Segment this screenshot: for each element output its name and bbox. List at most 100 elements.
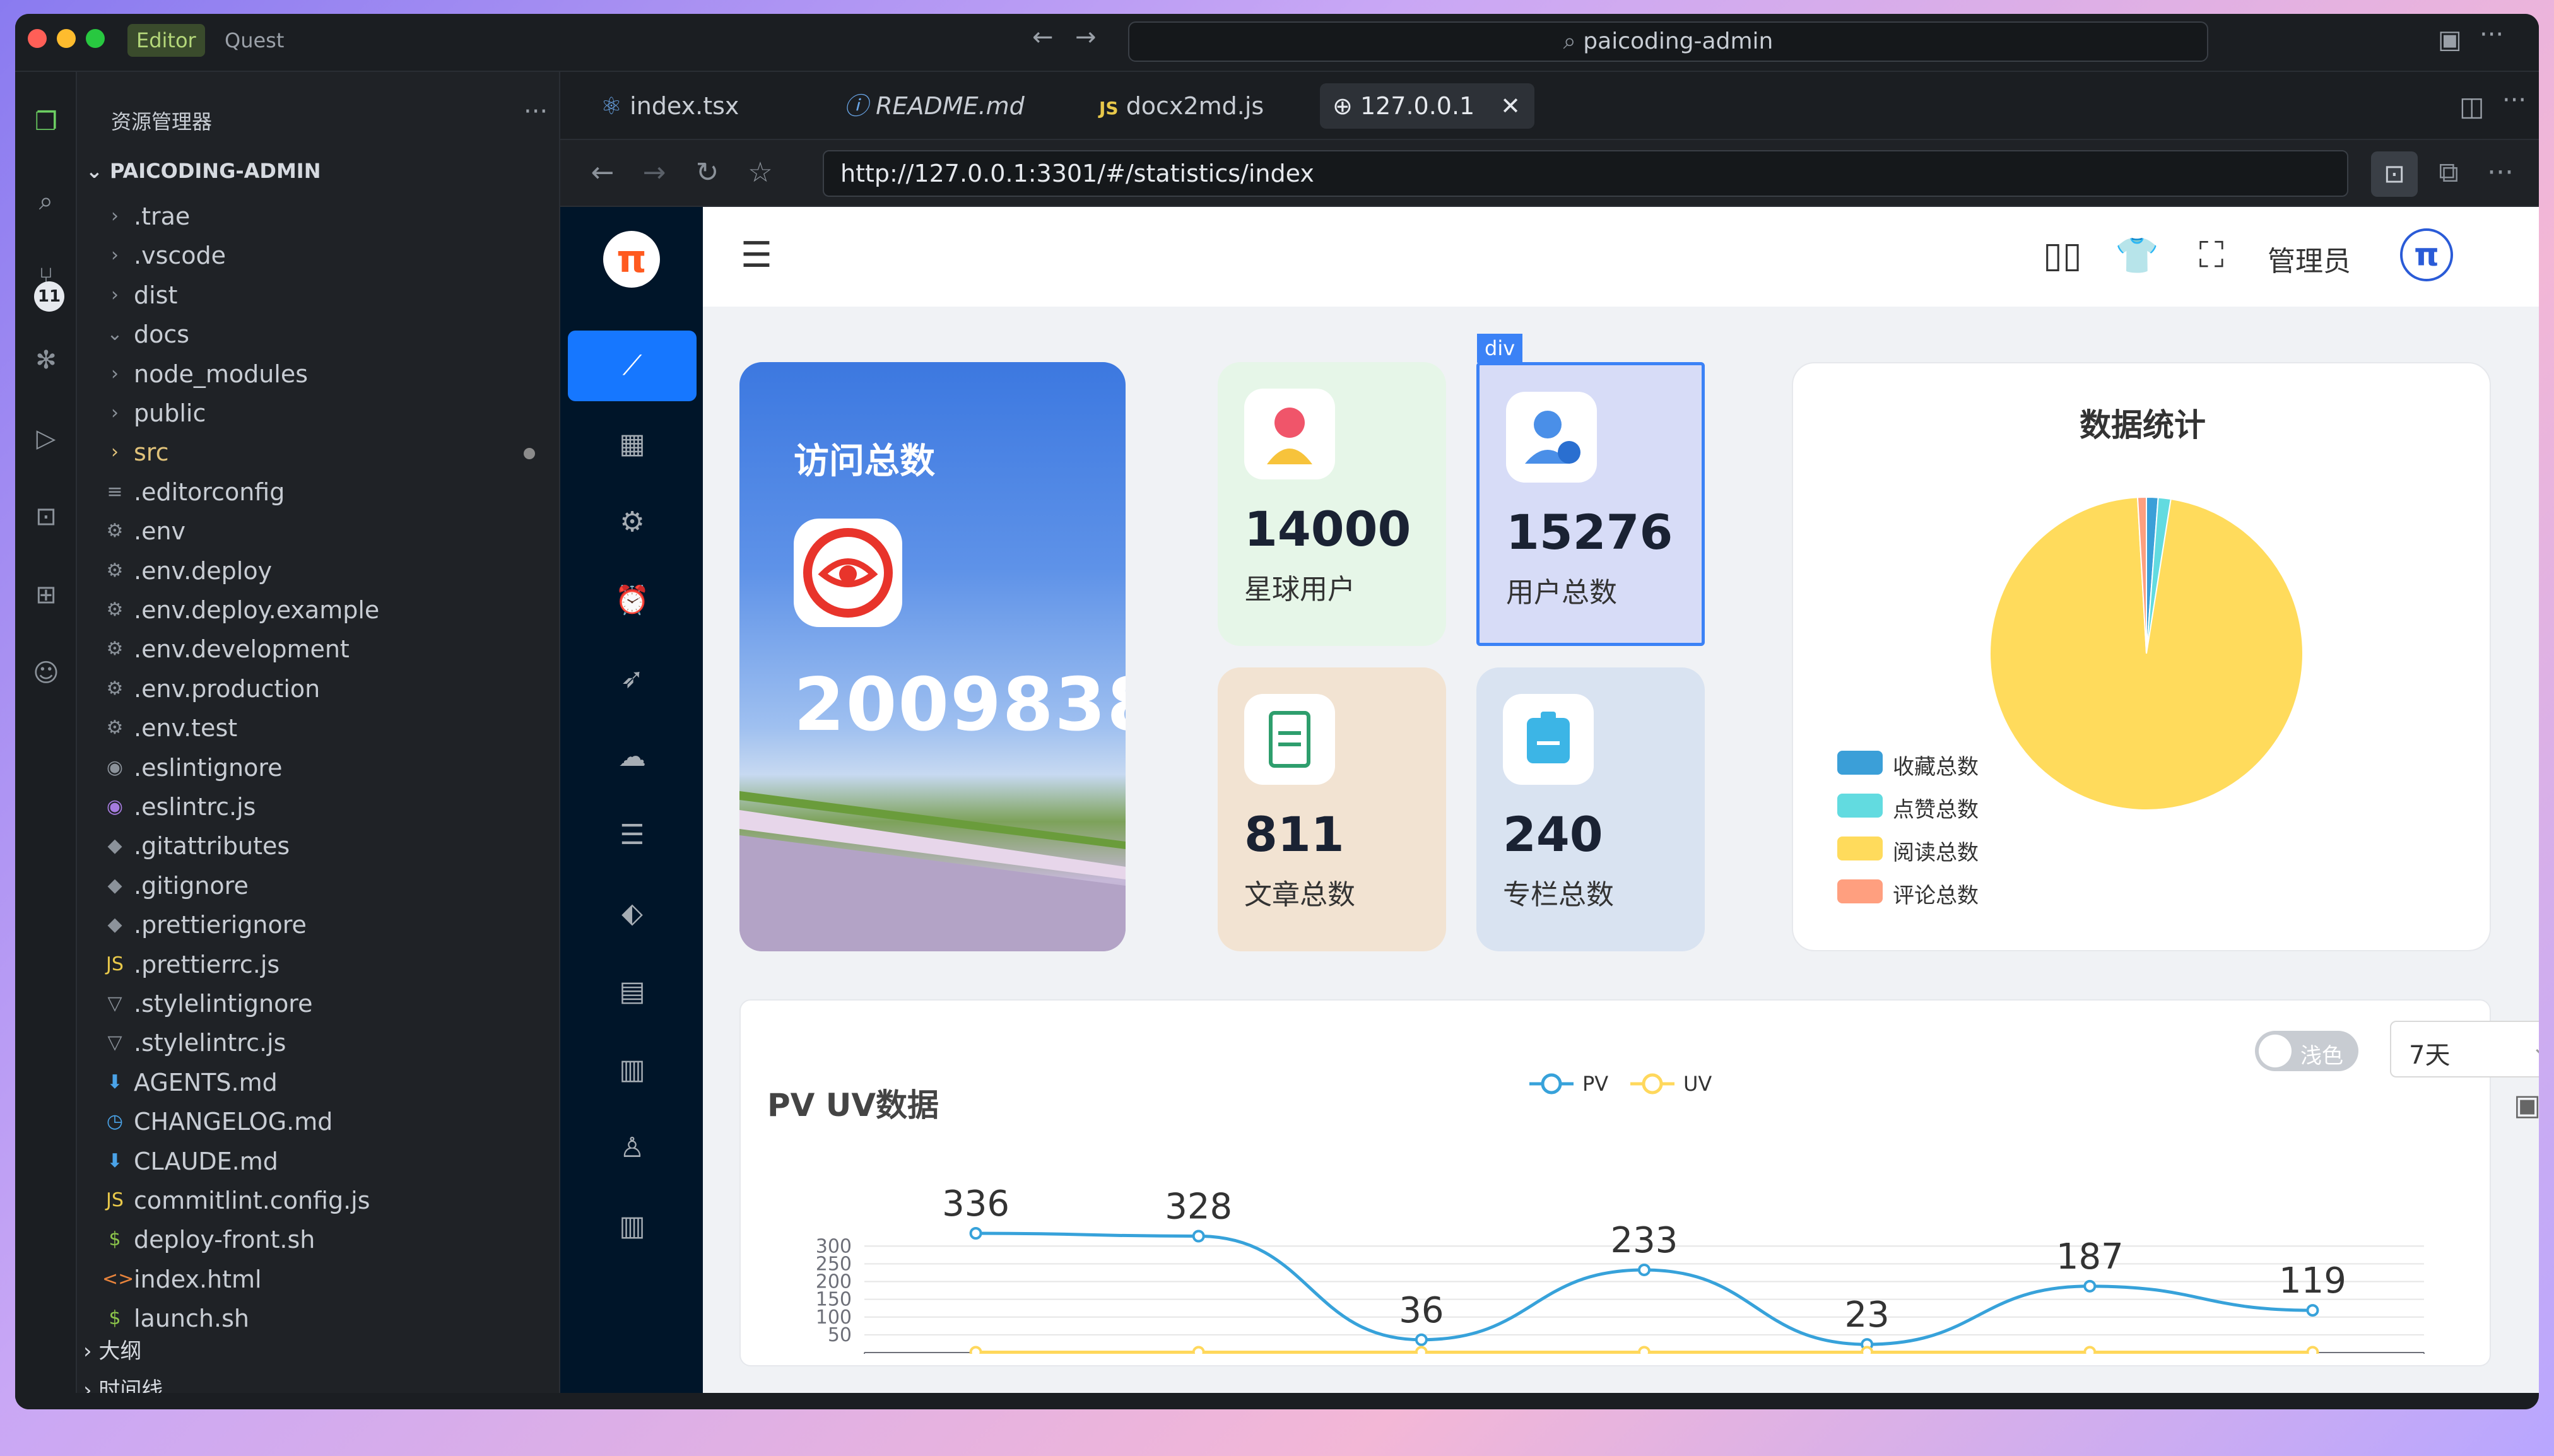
fullscreen-icon[interactable]: ⛶ [2189, 235, 2233, 276]
menu-rocket[interactable]: ➶ [568, 643, 697, 714]
file-item[interactable]: ⚙ .env.development [77, 630, 560, 669]
project-root[interactable]: ⌄ PAICODING-ADMIN [86, 159, 321, 183]
folder-item[interactable]: › .trae [77, 197, 560, 236]
gear-icon: ⚙ [620, 506, 645, 538]
menu-reading[interactable]: ▥ [568, 1191, 697, 1262]
tab-readme-md[interactable]: ⓘ README.md [832, 83, 1037, 129]
files-icon[interactable]: ❐ [30, 106, 62, 138]
maximize-window-button[interactable] [86, 29, 105, 48]
file-item[interactable]: ◆ .prettierignore [77, 905, 560, 944]
visits-card: 访问总数 20098382 [739, 362, 1126, 951]
folder-item[interactable]: › .vscode [77, 236, 560, 275]
file-type-icon: <> [102, 1267, 134, 1290]
line-chart-card: PV UV数据 浅色 7天 ⌄ ▣ 501001502002503002026-… [739, 999, 2539, 1366]
tab-docx2md-js[interactable]: JS docx2md.js [1086, 83, 1276, 129]
site-logo[interactable]: π [603, 231, 660, 288]
save-image-icon[interactable]: ▣ [2514, 1088, 2539, 1122]
split-editor-icon[interactable]: ◫ [2459, 91, 2485, 122]
agent-icon[interactable]: ☺ [30, 657, 62, 689]
legend-swatch[interactable] [1837, 751, 1883, 775]
menu-column[interactable]: ▥ [568, 1035, 697, 1105]
folder-item[interactable]: › src [77, 433, 560, 472]
mode-tab-quest[interactable]: Quest [216, 24, 293, 57]
file-item[interactable]: $ deploy-front.sh [77, 1220, 560, 1259]
menu-settings[interactable]: ⚙ [568, 487, 697, 558]
file-item[interactable]: JS .prettierrc.js [77, 945, 560, 984]
file-item[interactable]: ⬇ AGENTS.md [77, 1063, 560, 1102]
file-item[interactable]: ◉ .eslintignore [77, 748, 560, 787]
file-item[interactable]: JS commitlint.config.js [77, 1181, 560, 1220]
file-item[interactable]: $ launch.sh [77, 1299, 560, 1338]
file-item[interactable]: ◉ .eslintrc.js [77, 787, 560, 826]
forward-arrow-icon[interactable]: → [637, 156, 671, 189]
browser-more-icon[interactable]: ··· [2483, 156, 2517, 189]
file-item[interactable]: <> index.html [77, 1260, 560, 1299]
explorer-more-icon[interactable]: ··· [524, 97, 548, 126]
forward-arrow-icon[interactable]: → [1075, 23, 1097, 52]
close-tab-icon[interactable]: ✕ [1500, 83, 1521, 129]
avatar[interactable]: π [2400, 228, 2453, 281]
file-item[interactable]: ▽ .stylelintignore [77, 984, 560, 1023]
file-item[interactable]: ⚙ .env.deploy [77, 551, 560, 590]
react-icon: ⚛ [601, 92, 623, 120]
star-icon[interactable]: ☆ [743, 156, 777, 189]
menu-alarm[interactable]: ⏰ [568, 565, 697, 636]
legend-swatch[interactable] [1837, 794, 1883, 818]
legend-label[interactable]: 收藏总数 [1893, 749, 1979, 780]
tab-index-tsx[interactable]: ⚛ index.tsx [588, 83, 751, 129]
legend-label[interactable]: 阅读总数 [1893, 835, 1979, 866]
graph-icon[interactable]: ✻ [30, 344, 62, 376]
minimize-window-button[interactable] [57, 29, 76, 48]
search-icon[interactable]: ⌕ [30, 185, 62, 217]
file-item[interactable]: ◷ CHANGELOG.md [77, 1102, 560, 1141]
theme-shirt-icon[interactable]: 👕 [2115, 235, 2159, 276]
menu-list[interactable]: ☰ [568, 800, 697, 871]
more-icon[interactable]: ··· [2480, 20, 2504, 49]
file-item[interactable]: ⚙ .env.deploy.example [77, 590, 560, 630]
extensions-icon[interactable]: ⊞ [30, 579, 62, 611]
rocket-icon: ➶ [620, 662, 644, 695]
back-arrow-icon[interactable]: ← [586, 156, 620, 189]
split-layout-icon[interactable]: ▣ [2438, 25, 2462, 54]
file-item[interactable]: ⚙ .env.test [77, 708, 560, 748]
legend-label[interactable]: 评论总数 [1893, 878, 1979, 909]
command-search-box[interactable]: ⌕ paicoding-admin [1128, 21, 2208, 62]
file-item[interactable]: ◆ .gitattributes [77, 826, 560, 866]
tab-browser-preview[interactable]: ⊕ 127.0.0.1 ✕ [1320, 83, 1534, 129]
folder-item[interactable]: › node_modules [77, 355, 560, 394]
inspect-icon[interactable]: ⊡ [2371, 151, 2418, 197]
file-item[interactable]: ≡ .editorconfig [77, 473, 560, 512]
run-debug-icon[interactable]: ▷ [30, 423, 62, 454]
username[interactable]: 管理员 [2268, 238, 2351, 279]
legend-label[interactable]: 点赞总数 [1893, 792, 1979, 823]
layout-icon[interactable]: ▯▯ [2040, 235, 2085, 276]
menu-user[interactable]: ♙ [568, 1113, 697, 1183]
menu-article[interactable]: ▤ [568, 956, 697, 1027]
file-type-icon: ◷ [106, 1110, 124, 1133]
outline-section[interactable]: › 大纲 [83, 1334, 141, 1365]
menu-wechat[interactable]: ☁ [568, 722, 697, 792]
legend-swatch[interactable] [1837, 837, 1883, 860]
file-item[interactable]: ⬇ CLAUDE.md [77, 1142, 560, 1181]
screenshot-icon[interactable]: ⧉ [2432, 156, 2466, 189]
legend-swatch[interactable] [1837, 879, 1883, 903]
mode-tab-editor[interactable]: Editor [127, 24, 205, 57]
folder-item[interactable]: ⌄ docs [77, 315, 560, 354]
menu-fold-icon[interactable]: ☰ [734, 235, 779, 276]
stat-value: 15276 [1506, 504, 1673, 560]
file-item[interactable]: ▽ .stylelintrc.js [77, 1023, 560, 1062]
address-bar[interactable]: http://127.0.0.1:3301/#/statistics/index [823, 150, 2348, 197]
remote-icon[interactable]: ⊡ [30, 501, 62, 532]
menu-statistics[interactable]: ⟋ [568, 331, 697, 401]
menu-calendar[interactable]: ▦ [568, 409, 697, 479]
menu-tag[interactable]: ⬖ [568, 878, 697, 949]
file-item[interactable]: ⚙ .env [77, 512, 560, 551]
close-window-button[interactable] [28, 29, 47, 48]
folder-item[interactable]: › public [77, 394, 560, 433]
tabs-more-icon[interactable]: ··· [2502, 86, 2526, 115]
back-arrow-icon[interactable]: ← [1032, 23, 1054, 52]
reload-icon[interactable]: ↻ [690, 156, 724, 189]
file-item[interactable]: ⚙ .env.production [77, 669, 560, 708]
file-item[interactable]: ◆ .gitignore [77, 866, 560, 905]
folder-item[interactable]: › dist [77, 276, 560, 315]
